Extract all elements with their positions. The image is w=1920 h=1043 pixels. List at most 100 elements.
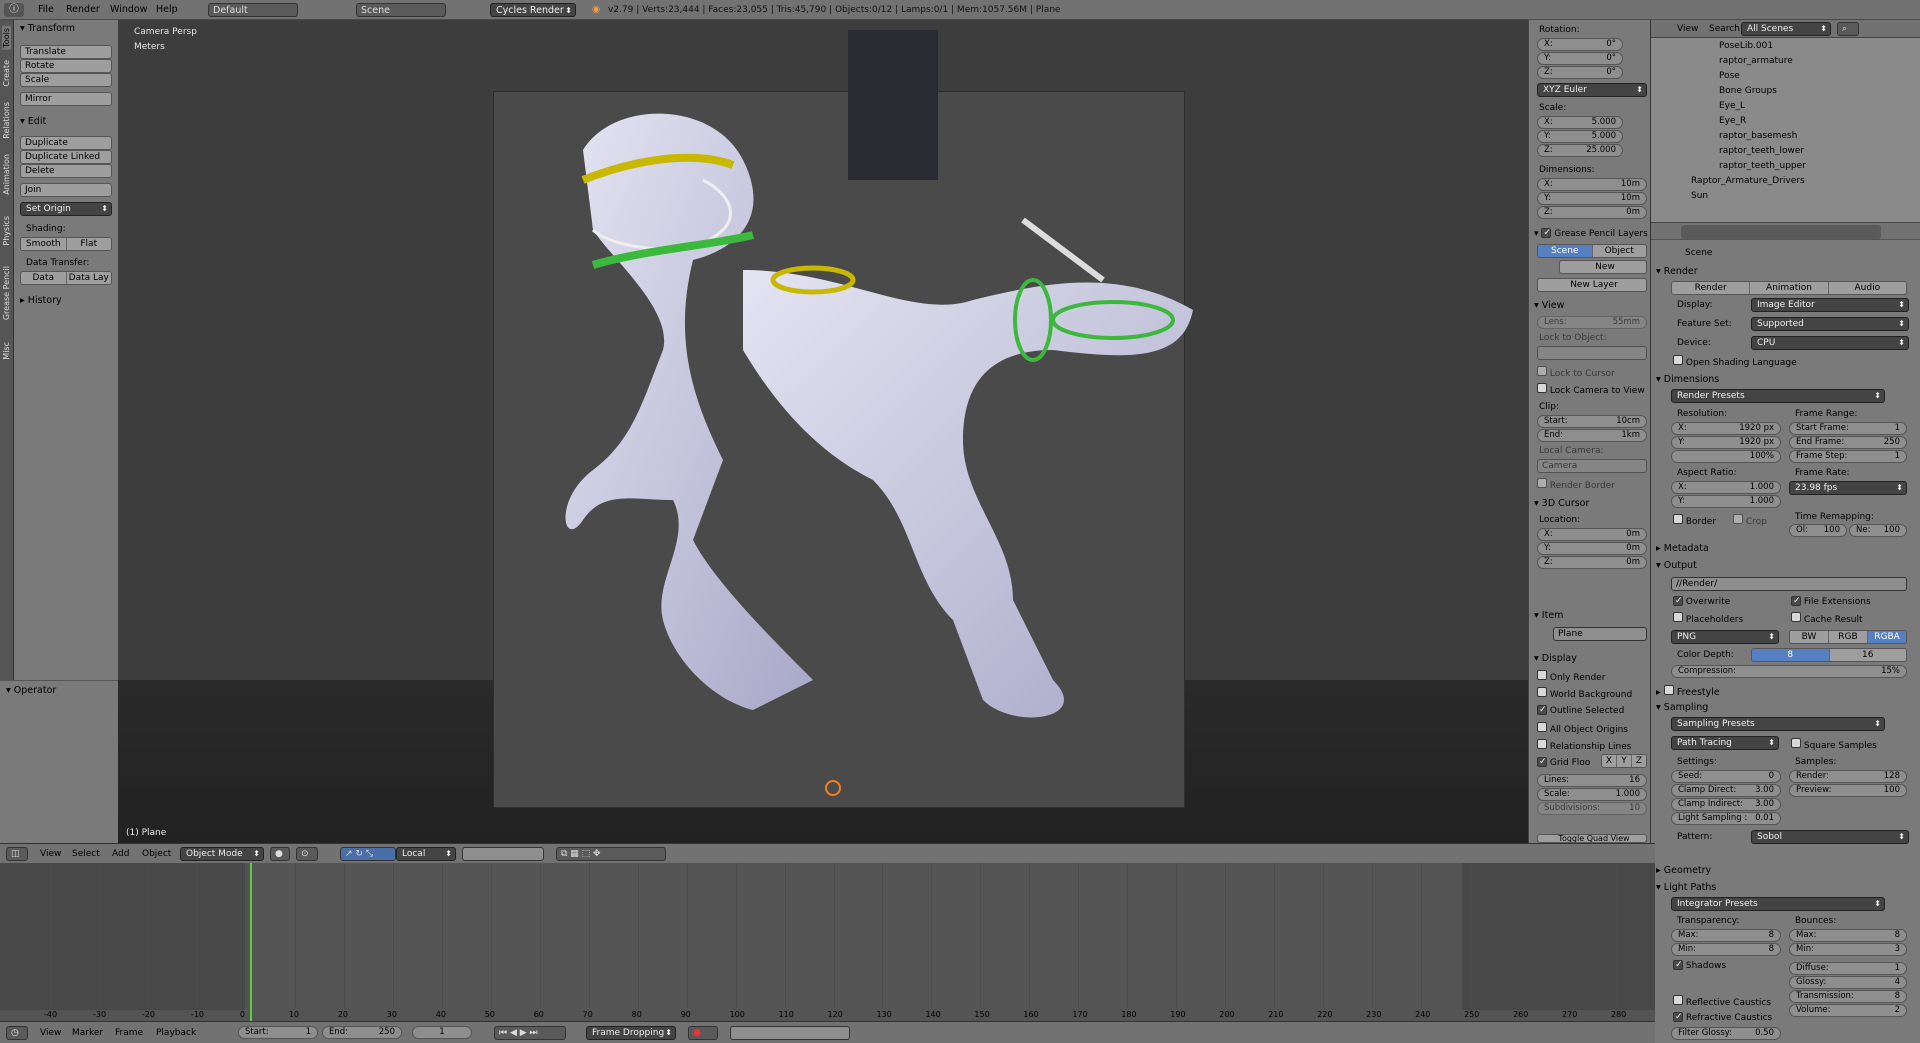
tab-relations[interactable]: Relations — [2, 102, 11, 139]
osl-option[interactable]: Open Shading Language — [1673, 355, 1797, 368]
outliner-item[interactable]: Eye_R — [1719, 116, 1746, 126]
timeline-menu-view[interactable]: View — [40, 1028, 61, 1038]
outliner-item[interactable]: Pose — [1719, 71, 1740, 81]
outliner-item[interactable]: raptor_armature — [1719, 56, 1793, 66]
interaction-mode-dropdown[interactable]: Object Mode — [180, 847, 264, 861]
raptor-model[interactable] — [493, 20, 1213, 820]
render-button[interactable]: Render — [1672, 282, 1751, 294]
grid-floor-option[interactable]: Grid Floo — [1537, 757, 1590, 768]
set-origin-dropdown[interactable]: Set Origin — [20, 202, 112, 216]
grease-pencil-checkbox[interactable] — [1541, 228, 1552, 238]
compression-slider[interactable]: Compression: 15% — [1671, 665, 1907, 678]
resolution-percentage-field[interactable]: 100% — [1671, 450, 1781, 463]
outliner-item[interactable]: Bone Groups — [1719, 86, 1777, 96]
outliner-search-menu[interactable]: Search — [1709, 24, 1740, 34]
editor-type-icon[interactable]: ⓘ — [4, 3, 24, 17]
square-samples-option[interactable]: Square Samples — [1791, 738, 1877, 751]
current-frame-indicator[interactable] — [249, 863, 252, 1021]
current-frame-field[interactable]: 1 — [412, 1026, 472, 1039]
dimensions-panel-header[interactable]: ▾ Dimensions — [1656, 374, 1719, 385]
menu-render[interactable]: Render — [66, 3, 100, 17]
manipulator-icons[interactable]: ↗ ↻ ⤡ — [340, 847, 396, 861]
outliner-item[interactable]: raptor_teeth_upper — [1719, 161, 1806, 171]
diffuse-bounces-field[interactable]: Diffuse: 1 — [1789, 962, 1907, 975]
sampling-presets-dropdown[interactable]: Sampling Presets — [1671, 717, 1885, 731]
volume-bounces-field[interactable]: Volume: 2 — [1789, 1004, 1907, 1017]
rotation-x-field[interactable]: X: 0° — [1537, 38, 1623, 51]
frame-step-field[interactable]: Frame Step: 1 — [1789, 450, 1907, 463]
start-frame-field[interactable]: Start: 1 — [238, 1026, 318, 1039]
tab-animation[interactable]: Animation — [2, 154, 11, 195]
render-border-option[interactable]: Render Border — [1537, 478, 1615, 491]
end-frame-field[interactable]: End: 250 — [322, 1026, 402, 1039]
timeline-menu-playback[interactable]: Playback — [156, 1028, 196, 1038]
record-icon[interactable]: ● — [688, 1026, 718, 1040]
menu-file[interactable]: File — [38, 3, 54, 17]
all-origins-option[interactable]: All Object Origins — [1537, 722, 1628, 735]
dimensions-x-field[interactable]: X: 10m — [1537, 178, 1647, 191]
tab-physics[interactable]: Physics — [2, 216, 11, 246]
grease-scene-button[interactable]: Scene — [1538, 245, 1593, 257]
feature-set-dropdown[interactable]: Supported — [1751, 317, 1909, 331]
outliner-item[interactable]: Sun — [1691, 191, 1708, 201]
light-sampling-field[interactable]: Light Sampling :0.01 — [1671, 812, 1781, 825]
only-render-option[interactable]: Only Render — [1537, 670, 1605, 683]
grid-axis-x[interactable]: X — [1602, 755, 1617, 767]
seed-field[interactable]: Seed: 0 — [1671, 770, 1781, 783]
geometry-panel-header[interactable]: ▸ Geometry — [1656, 865, 1711, 876]
cache-result-option[interactable]: Cache Result — [1791, 612, 1863, 625]
bounces-max-field[interactable]: Max: 8 — [1789, 929, 1907, 942]
display-panel-header[interactable]: ▾ Display — [1534, 653, 1577, 664]
pivot-point-icon[interactable]: ⊙ — [296, 847, 318, 861]
grid-axis-y[interactable]: Y — [1617, 755, 1632, 767]
scale-button[interactable]: Scale — [20, 73, 112, 87]
clamp-direct-field[interactable]: Clamp Direct: 3.00 — [1671, 784, 1781, 797]
filter-glossy-field[interactable]: Filter Glossy: 0.50 — [1671, 1027, 1781, 1040]
transform-panel-header[interactable]: ▾ Transform — [20, 23, 75, 34]
transmission-bounces-field[interactable]: Transmission: 8 — [1789, 990, 1907, 1003]
3d-cursor-panel-header[interactable]: ▾ 3D Cursor — [1534, 498, 1589, 509]
light-paths-panel-header[interactable]: ▾ Light Paths — [1656, 882, 1716, 893]
lock-camera-option[interactable]: Lock Camera to View — [1537, 383, 1645, 396]
crop-option[interactable]: Crop — [1733, 514, 1767, 527]
duplicate-button[interactable]: Duplicate — [20, 136, 112, 150]
pattern-dropdown[interactable]: Sobol — [1751, 830, 1909, 844]
smooth-button[interactable]: Smooth — [21, 238, 67, 250]
render-panel-header[interactable]: ▾ Render — [1656, 266, 1698, 277]
viewport-menu-object[interactable]: Object — [142, 849, 171, 859]
outliner-item[interactable]: raptor_basemesh — [1719, 131, 1797, 141]
transparency-min-field[interactable]: Min: 8 — [1671, 943, 1781, 956]
preview-samples-field[interactable]: Preview: 100 — [1789, 784, 1907, 797]
shadows-option[interactable]: Shadows — [1673, 960, 1726, 971]
timeline-menu-frame[interactable]: Frame — [115, 1028, 143, 1038]
grid-axis-z[interactable]: Z — [1632, 755, 1646, 767]
dimensions-y-field[interactable]: Y: 10m — [1537, 192, 1647, 205]
viewport-menu-select[interactable]: Select — [72, 849, 100, 859]
outliner-view-menu[interactable]: View — [1677, 24, 1698, 34]
item-panel-header[interactable]: ▾ Item — [1534, 610, 1563, 621]
color-depth-8[interactable]: 8 — [1752, 649, 1830, 661]
dimensions-z-field[interactable]: Z: 0m — [1537, 206, 1647, 219]
audio-button[interactable]: Audio — [1828, 282, 1906, 294]
join-button[interactable]: Join — [20, 183, 112, 197]
end-frame-field[interactable]: End Frame: 250 — [1789, 436, 1907, 449]
new-layer-button[interactable]: New Layer — [1537, 278, 1647, 292]
lock-cursor-option[interactable]: Lock to Cursor — [1537, 366, 1615, 379]
properties-context-tabs[interactable] — [1681, 225, 1881, 239]
scale-y-field[interactable]: Y: 5.000 — [1537, 130, 1623, 143]
mirror-button[interactable]: Mirror — [20, 92, 112, 106]
clip-start-field[interactable]: Start: 10cm — [1537, 415, 1647, 428]
rotate-button[interactable]: Rotate — [20, 59, 112, 73]
reflective-caustics-option[interactable]: Reflective Caustics — [1673, 995, 1771, 1008]
output-panel-header[interactable]: ▾ Output — [1656, 560, 1697, 571]
tab-grease-pencil[interactable]: Grease Pencil — [2, 266, 11, 320]
grease-pencil-header[interactable]: ▾ Grease Pencil Layers — [1534, 228, 1648, 239]
rotation-mode-dropdown[interactable]: XYZ Euler — [1537, 83, 1647, 97]
output-path-field[interactable]: //Render/ — [1671, 577, 1907, 591]
translate-button[interactable]: Translate — [20, 45, 112, 59]
viewport-menu-view[interactable]: View — [40, 849, 61, 859]
start-frame-field[interactable]: Start Frame: 1 — [1789, 422, 1907, 435]
view-panel-header[interactable]: ▾ View — [1534, 300, 1564, 311]
outliner-item[interactable]: Eye_L — [1719, 101, 1745, 111]
transform-orientation-dropdown[interactable]: Local — [396, 847, 456, 861]
